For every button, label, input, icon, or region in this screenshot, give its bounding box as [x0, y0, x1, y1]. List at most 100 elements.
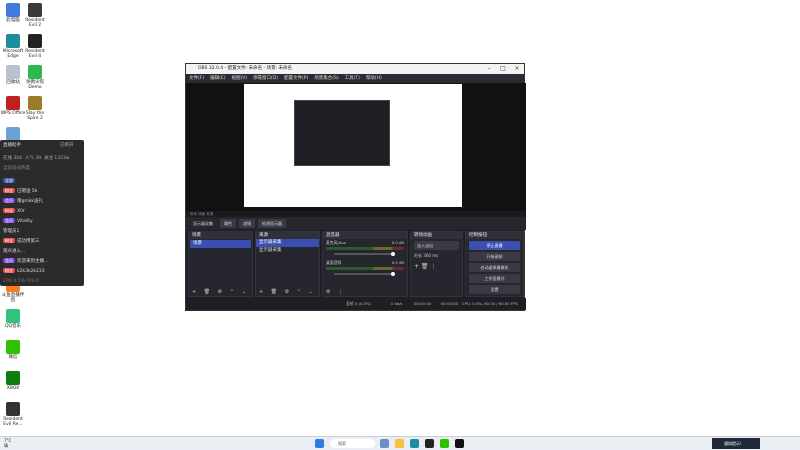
desktop-icon[interactable]: Resident Evil 4 — [22, 34, 48, 59]
live-panel-status[interactable]: 已断开 — [60, 142, 81, 149]
transition-select[interactable]: 淡入淡出 — [414, 241, 459, 250]
app-icon — [6, 65, 20, 79]
menu-item[interactable]: 视图(V) — [231, 74, 247, 83]
weather-widget[interactable]: 7°C 晴 — [4, 438, 11, 448]
desktop-icon-label: XBOX — [6, 386, 20, 391]
minimize-icon[interactable]: – — [482, 64, 496, 74]
scene-item[interactable]: 场景 — [190, 240, 251, 248]
desktop-icon[interactable]: 杀戮尖塔 Demo — [22, 65, 48, 90]
bitrate: 0 kb/s — [391, 301, 403, 306]
user-badge: 会员 — [3, 198, 15, 203]
user-badge: 粉丝 — [3, 208, 15, 213]
edge-icon[interactable] — [410, 439, 419, 448]
desktop-icon[interactable]: XBOX — [0, 371, 26, 391]
toolbar-button[interactable]: 显示器采集 — [189, 219, 217, 228]
app-icon — [28, 65, 42, 79]
scenes-title: 场景 — [189, 232, 252, 239]
sources-title: 来源 — [256, 232, 319, 239]
chat-text: 欢迎来到主播... — [17, 259, 49, 264]
controls-dock: 控制按钮 停止直播 开始录制 启动虚拟摄像机 工作室模式 设置 — [465, 231, 524, 297]
transition-add-remove[interactable]: + 🗑 ⋮ — [414, 263, 459, 270]
scenes-footer-controls[interactable]: + 🗑 ⚙ ⌃ ⌄ — [189, 288, 252, 296]
preview-desktop-capture — [244, 84, 462, 207]
volume-slider[interactable] — [334, 252, 395, 256]
mixer-footer-controls[interactable]: ⚙ ⋮ — [323, 288, 407, 296]
start-icon[interactable] — [315, 439, 324, 448]
desktop-icon-label: 杀戮尖塔 Demo — [26, 80, 44, 90]
app-icon — [6, 309, 20, 323]
menu-item[interactable]: 配置文件(P) — [284, 74, 308, 83]
dropped-frames: 丢帧 0 (0.0%) — [346, 301, 372, 306]
controls-title: 控制按钮 — [466, 232, 523, 239]
notification-toast[interactable]: 通知提示! — [712, 438, 760, 449]
desktop-icon-label: Slay the Spire 2 — [25, 111, 45, 121]
desktop-icon-label: Resident Evil Re... — [3, 417, 23, 427]
desktop-icon[interactable]: Slay the Spire 2 — [22, 96, 48, 121]
studio-mode-button[interactable]: 工作室模式 — [469, 274, 520, 283]
menu-item[interactable]: 工具(T) — [345, 74, 360, 83]
virtual-camera-button[interactable]: 启动虚拟摄像机 — [469, 263, 520, 272]
obs-statusbar: 丢帧 0 (0.0%) 0 kb/s 00:00:00 00:00:00 CPU… — [186, 298, 526, 310]
transition-duration[interactable]: 时长 300 ms — [414, 253, 459, 259]
app-icon — [6, 340, 20, 354]
rec-time: 00:00:00 — [441, 301, 459, 306]
app-icon — [6, 402, 20, 416]
toolbar-button[interactable]: 滤镜 — [239, 219, 255, 228]
app-icon — [28, 34, 42, 48]
stop-streaming-button[interactable]: 停止直播 — [469, 241, 520, 250]
wechat-taskbar-icon[interactable] — [440, 439, 449, 448]
live-filter[interactable]: 全部 — [3, 178, 81, 185]
menu-item[interactable]: 编辑(E) — [210, 74, 225, 83]
desktop-icon[interactable]: 微信 — [0, 340, 26, 360]
chat-message: 粉丝 k2k3k2k233 — [3, 268, 81, 275]
start-recording-button[interactable]: 开始录制 — [469, 252, 520, 261]
chat-message: 会员 赠gmkk送礼 — [3, 198, 81, 205]
file-explorer-icon[interactable] — [395, 439, 404, 448]
volume-slider[interactable] — [334, 272, 395, 276]
chat-message: 观众进入... — [3, 248, 81, 255]
task-view-icon[interactable] — [380, 439, 389, 448]
menu-item[interactable]: 帮助(H) — [366, 74, 382, 83]
desktop-icon[interactable]: Resident Evil Re... — [0, 402, 26, 427]
settings-button[interactable]: 设置 — [469, 285, 520, 294]
menu-item[interactable]: 场景集合(S) — [314, 74, 338, 83]
chat-text: 观众进入... — [3, 249, 26, 254]
desktop-icon-label: 斗鱼直播伴侣 — [1, 293, 25, 303]
maximize-icon[interactable]: □ — [496, 64, 510, 74]
menu-item[interactable]: 文件(F) — [189, 74, 204, 83]
toolbar-button[interactable]: 属性 — [220, 219, 236, 228]
cpu-fps: CPU: 0.5%, 60.00 / 60.00 FPS — [462, 301, 518, 306]
chat-text: 成功用第三 — [17, 239, 40, 244]
menu-item[interactable]: 停靠窗口(D) — [253, 74, 278, 83]
source-toolbar: 显示器采集 属性 滤镜 检测显示器 — [186, 217, 526, 230]
chat-text: Vitality — [17, 219, 33, 224]
toolbar-button[interactable]: 检测显示器 — [258, 219, 286, 228]
search-box[interactable]: 搜索 — [330, 439, 375, 448]
taskbar: 7°C 晴 搜索 通知提示! — [0, 436, 800, 450]
audio-meter — [326, 247, 404, 250]
chat-text: 赠gmkk送礼 — [17, 199, 43, 204]
chat-message: 会员 欢迎来到主播... — [3, 258, 81, 265]
close-icon[interactable]: × — [510, 64, 524, 74]
obs-taskbar-icon[interactable] — [425, 439, 434, 448]
source-item[interactable]: 显示器采集 — [256, 239, 319, 247]
desktop-icon-label: QQ音乐 — [4, 324, 22, 329]
sources-dock: 来源 显示器采集 显示器采集 + 🗑 ⚙ ⌃ ⌄ — [255, 231, 320, 297]
desktop-icon[interactable]: Resident Evil 2 — [22, 3, 48, 28]
obs-title: OBS 32.0.4 - 配置文件: 未命名 - 场景: 未命名 — [198, 66, 293, 71]
app-icon — [28, 3, 42, 17]
source-item[interactable]: 显示器采集 — [256, 247, 319, 255]
sources-footer-controls[interactable]: + 🗑 ⚙ ⌃ ⌄ — [256, 288, 319, 296]
transitions-dock: 转场动画 淡入淡出 时长 300 ms + 🗑 ⋮ — [410, 231, 463, 297]
live-stats: 在线 304 人气 39 关注 1323w — [3, 156, 70, 161]
transitions-title: 转场动画 — [411, 232, 462, 239]
desktop-icon[interactable]: QQ音乐 — [0, 309, 26, 329]
chat-text: XIV — [17, 209, 25, 214]
app-taskbar-icon[interactable] — [455, 439, 464, 448]
obs-menubar: 文件(F) 编辑(E) 视图(V) 停靠窗口(D) 配置文件(P) 场景集合(S) 工具(T… — [186, 74, 524, 83]
desktop-icon-label: 微信 — [8, 355, 18, 360]
chat-message: 管理员1 — [3, 228, 81, 235]
desktop-icon-label: Resident Evil 4 — [25, 49, 45, 59]
live-time: 00:00:00 — [414, 301, 432, 306]
obs-preview[interactable] — [186, 83, 526, 211]
